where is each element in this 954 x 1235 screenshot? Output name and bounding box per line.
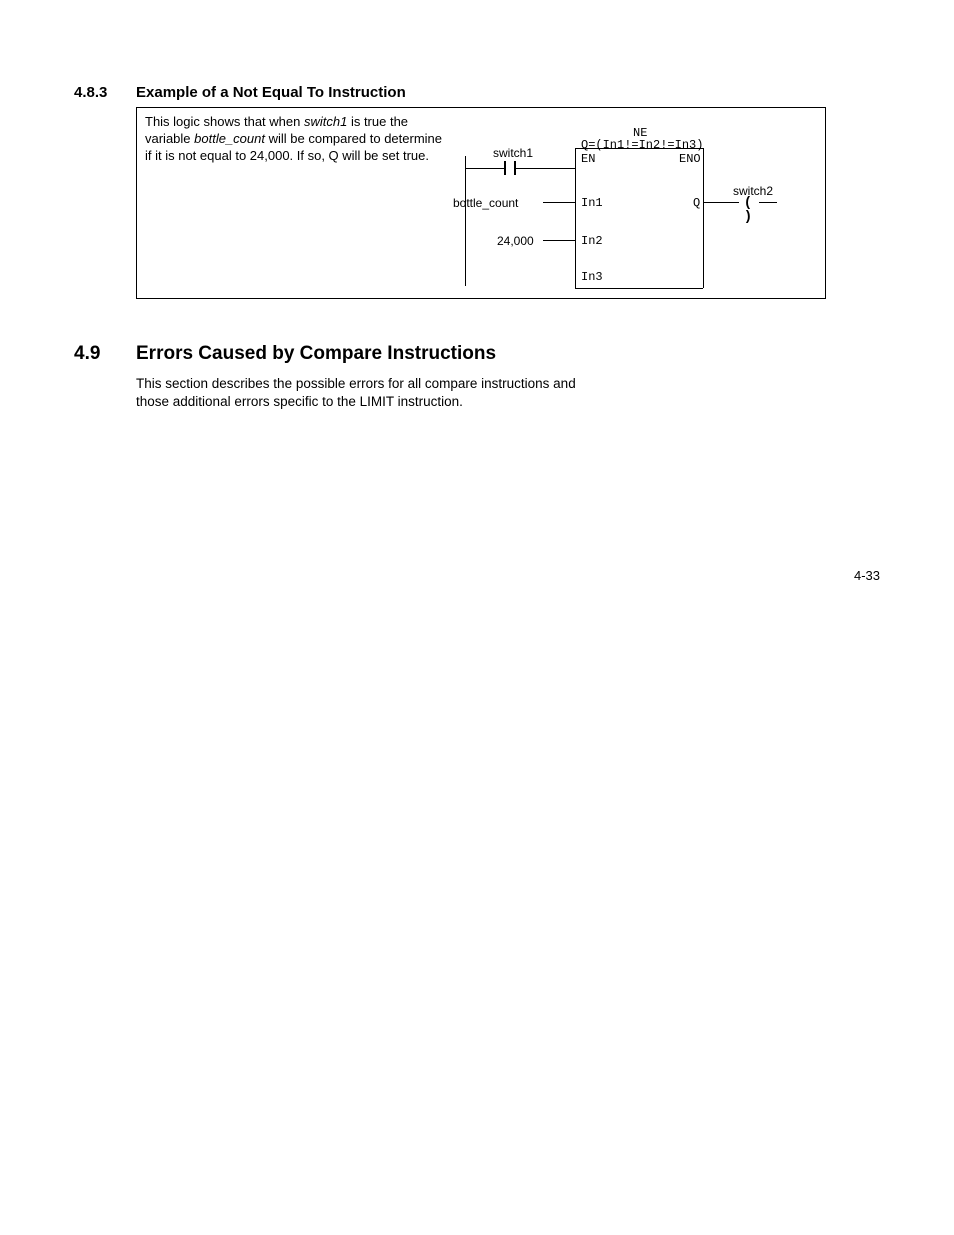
wire [759, 202, 777, 203]
heading-4-8-3: 4.8.3 Example of a Not Equal To Instruct… [74, 84, 880, 101]
label-bottle-count: bottle_count [453, 196, 518, 210]
heading-title: Example of a Not Equal To Instruction [136, 84, 406, 101]
block-eno: ENO [679, 152, 701, 166]
contact-switch1 [501, 161, 519, 175]
block-bottom [575, 288, 703, 289]
wire [519, 168, 575, 169]
page-number: 4-33 [854, 568, 880, 583]
heading-number: 4.8.3 [74, 84, 136, 101]
rail-left [465, 156, 466, 286]
block-in3: In3 [581, 270, 603, 284]
block-right [703, 148, 704, 288]
wire [465, 168, 501, 169]
heading-title: Errors Caused by Compare Instructions [136, 343, 496, 365]
block-en: EN [581, 152, 595, 166]
wire [543, 202, 575, 203]
heading-4-9: 4.9 Errors Caused by Compare Instruction… [74, 343, 880, 365]
label-value: 24,000 [497, 234, 534, 248]
block-left [575, 148, 576, 288]
block-q: Q [693, 196, 700, 210]
body-4-9: This section describes the possible erro… [136, 375, 596, 411]
example-description: This logic shows that when switch1 is tr… [145, 114, 445, 165]
block-expr: Q=(In1!=In2!=In3) [581, 138, 703, 152]
desc-italic-switch1: switch1 [304, 114, 347, 129]
wire [543, 240, 575, 241]
label-switch1: switch1 [493, 146, 533, 160]
block-in2: In2 [581, 234, 603, 248]
example-box: This logic shows that when switch1 is tr… [136, 107, 826, 299]
block-in1: In1 [581, 196, 603, 210]
page: 4.8.3 Example of a Not Equal To Instruct… [0, 0, 954, 1235]
wire [703, 202, 739, 203]
heading-number: 4.9 [74, 343, 136, 365]
coil-switch2: ( ) [739, 196, 759, 210]
desc-italic-bottle-count: bottle_count [194, 131, 265, 146]
desc-text: This logic shows that when [145, 114, 304, 129]
ladder-diagram: switch1 NE Q=(In1!=In2!=In3) EN ENO [465, 116, 815, 292]
